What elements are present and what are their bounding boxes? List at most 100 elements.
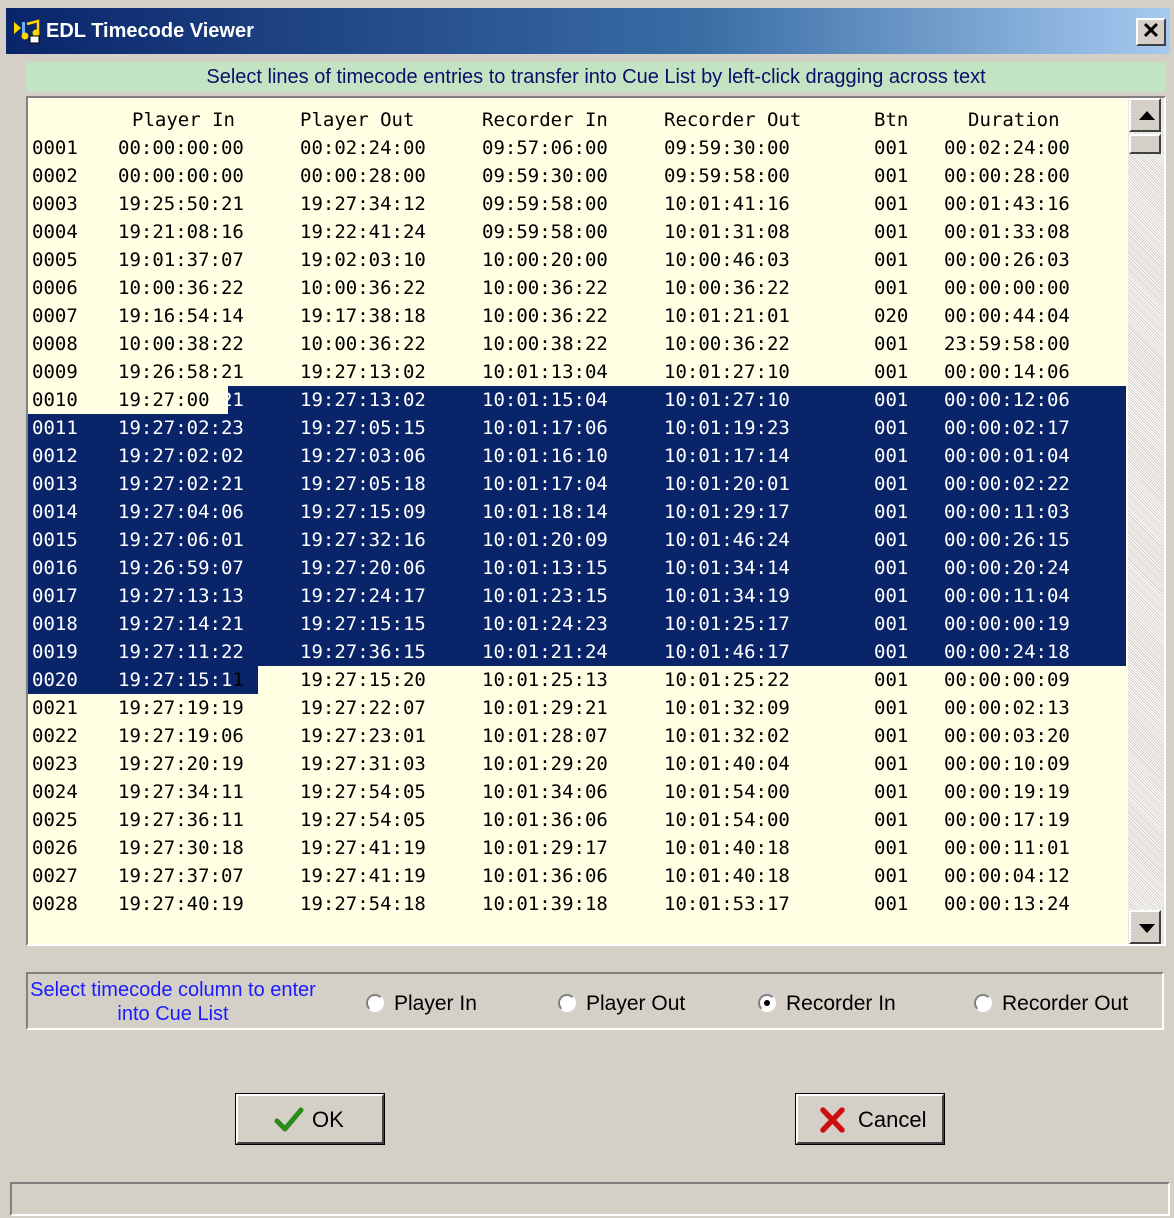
cell-player-out: 19:27:23:01 [300, 725, 426, 747]
cell-player-out: 19:22:41:24 [300, 221, 426, 243]
table-row[interactable]: 0024 19:27:34:11 19:27:54:05 10:01:34:06 10:… [28, 778, 1126, 806]
cell-btn: 001 [874, 221, 909, 243]
cell-player-out: 19:27:54:05 [300, 781, 426, 803]
cell-recorder-out: 10:00:36:22 [664, 277, 790, 299]
cell-duration: 00:00:26:03 [944, 249, 1070, 271]
table-row[interactable]: 0021 19:27:19:19 19:27:22:07 10:01:29:21 10:… [28, 694, 1126, 722]
cell-recorder-in: 09:59:30:00 [482, 165, 608, 187]
close-button[interactable]: ✕ [1136, 18, 1166, 46]
cell-player-in: 19:25:50:21 [118, 193, 244, 215]
table-row[interactable]: 0017 19:27:13:13 19:27:24:17 10:01:23:15 10:… [28, 582, 1126, 610]
ok-label: OK [312, 1107, 344, 1132]
scroll-thumb[interactable] [1129, 134, 1161, 154]
cell-player-out: 00:02:24:00 [300, 137, 426, 159]
cell-index: 0013 [32, 473, 78, 495]
table-row[interactable]: 0009 19:26:58:21 19:27:13:02 10:01:13:04 10:… [28, 358, 1126, 386]
cell-recorder-in: 10:01:36:06 [482, 809, 608, 831]
cell-recorder-in: 10:01:20:09 [482, 529, 608, 551]
table-row[interactable]: 0007 19:16:54:14 19:17:38:18 10:00:36:22 10:… [28, 302, 1126, 330]
cell-recorder-in: 10:01:16:10 [482, 445, 608, 467]
cell-recorder-out: 10:01:20:01 [664, 473, 790, 495]
cell-duration: 00:00:11:04 [944, 585, 1070, 607]
scroll-down-button[interactable] [1129, 910, 1161, 944]
cell-recorder-out: 10:01:40:04 [664, 753, 790, 775]
cell-recorder-in: 10:01:21:24 [482, 641, 608, 663]
table-row[interactable]: 0011 19:27:02:23 19:27:05:15 10:01:17:06 10:… [28, 414, 1126, 442]
cell-index: 0028 [32, 893, 78, 915]
cell-player-in: 19:27:13:13 [118, 585, 244, 607]
cell-player-out: 19:27:03:06 [300, 445, 426, 467]
table-row[interactable]: 0003 19:25:50:21 19:27:34:12 09:59:58:00 10:… [28, 190, 1126, 218]
table-row[interactable]: 0002 00:00:00:00 00:00:28:00 09:59:30:00 09:… [28, 162, 1126, 190]
table-row[interactable]: 0001 00:00:00:00 00:02:24:00 09:57:06:00 09:… [28, 134, 1126, 162]
cell-btn: 001 [874, 837, 909, 859]
cell-index: 0015 [32, 529, 78, 551]
table-row[interactable]: 0027 19:27:37:07 19:27:41:19 10:01:36:06 10:… [28, 862, 1126, 890]
cell-player-in: 19:27:20:19 [118, 753, 244, 775]
edl-viewer-window: EDL Timecode Viewer ✕ Select lines of ti… [0, 0, 1174, 1218]
cell-text-selected: :21 [209, 389, 244, 411]
cell-btn: 001 [874, 809, 909, 831]
cell-duration: 00:00:28:00 [944, 165, 1070, 187]
timecode-listbox[interactable]: Player In Player Out Recorder In Recorder O… [26, 96, 1166, 946]
table-row[interactable]: 0015 19:27:06:01 19:27:32:16 10:01:20:09 10:… [28, 526, 1126, 554]
ok-button[interactable]: OK [235, 1093, 385, 1145]
table-row[interactable]: 0014 19:27:04:06 19:27:15:09 10:01:18:14 10:… [28, 498, 1126, 526]
cell-player-in: 19:27:15:11 [118, 666, 244, 694]
cell-recorder-out: 10:01:31:08 [664, 221, 790, 243]
cell-duration: 00:02:24:00 [944, 137, 1070, 159]
cell-recorder-out: 10:01:27:10 [664, 389, 790, 411]
cell-btn: 001 [874, 473, 909, 495]
title-bar[interactable]: EDL Timecode Viewer ✕ [6, 8, 1170, 54]
table-row[interactable]: 0023 19:27:20:19 19:27:31:03 10:01:29:20 10:… [28, 750, 1126, 778]
scroll-up-button[interactable] [1129, 98, 1161, 132]
column-header-recorder-in: Recorder In [482, 109, 608, 131]
cell-duration: 00:00:10:09 [944, 753, 1070, 775]
cell-recorder-in: 10:01:29:20 [482, 753, 608, 775]
table-row[interactable]: 0026 19:27:30:18 19:27:41:19 10:01:29:17 10:… [28, 834, 1126, 862]
cell-player-out: 19:02:03:10 [300, 249, 426, 271]
cancel-button[interactable]: Cancel [795, 1093, 945, 1145]
cell-recorder-out: 10:01:34:14 [664, 557, 790, 579]
cell-player-out: 00:00:28:00 [300, 165, 426, 187]
cell-index: 0020 [32, 669, 78, 691]
column-header-btn: Btn [874, 109, 909, 131]
cell-recorder-out: 09:59:58:00 [664, 165, 790, 187]
cell-btn: 001 [874, 417, 909, 439]
table-row[interactable]: 0013 19:27:02:21 19:27:05:18 10:01:17:04 10:… [28, 470, 1126, 498]
cell-player-out: 19:27:54:05 [300, 809, 426, 831]
cell-player-out: 19:27:20:06 [300, 557, 426, 579]
table-row[interactable]: 0010 19:27:00:21 19:27:13:02 10:01:15:04 10:… [28, 386, 1126, 414]
vertical-scrollbar[interactable] [1128, 98, 1164, 944]
cell-recorder-out: 10:01:34:19 [664, 585, 790, 607]
cell-player-out: 19:27:32:16 [300, 529, 426, 551]
table-row[interactable]: 0005 19:01:37:07 19:02:03:10 10:00:20:00 10:… [28, 246, 1126, 274]
timecode-rows[interactable]: Player In Player Out Recorder In Recorder O… [28, 98, 1128, 944]
table-row[interactable]: 0016 19:26:59:07 19:27:20:06 10:01:13:15 10:… [28, 554, 1126, 582]
table-row[interactable]: 0012 19:27:02:02 19:27:03:06 10:01:16:10 10:… [28, 442, 1126, 470]
table-row[interactable]: 0022 19:27:19:06 19:27:23:01 10:01:28:07 10:… [28, 722, 1126, 750]
cell-player-out: 19:27:31:03 [300, 753, 426, 775]
cell-recorder-in: 10:01:13:04 [482, 361, 608, 383]
cell-index: 0002 [32, 165, 78, 187]
cell-player-in: 10:00:38:22 [118, 333, 244, 355]
column-header-recorder-out: Recorder Out [664, 109, 802, 131]
table-row[interactable]: 0006 10:00:36:22 10:00:36:22 10:00:36:22 10:… [28, 274, 1126, 302]
table-row[interactable]: 0020 19:27:15:11 19:27:15:20 10:01:25:13 10:… [28, 666, 1126, 694]
table-row[interactable]: 0028 19:27:40:19 19:27:54:18 10:01:39:18 10:… [28, 890, 1126, 918]
table-row[interactable]: 0008 10:00:38:22 10:00:36:22 10:00:38:22 10:… [28, 330, 1126, 358]
table-row[interactable]: 0004 19:21:08:16 19:22:41:24 09:59:58:00 10:… [28, 218, 1126, 246]
table-row[interactable]: 0025 19:27:36:11 19:27:54:05 10:01:36:06 10:… [28, 806, 1126, 834]
table-row[interactable]: 0019 19:27:11:22 19:27:36:15 10:01:21:24 10:… [28, 638, 1126, 666]
cell-text-unselected: 19:27:00 [118, 389, 210, 411]
cell-recorder-out: 10:01:53:17 [664, 893, 790, 915]
cell-recorder-in: 10:01:29:21 [482, 697, 608, 719]
radio-label: Player Out [586, 992, 686, 1015]
cell-duration: 00:00:19:19 [944, 781, 1070, 803]
cell-player-in: 19:27:36:11 [118, 809, 244, 831]
cell-duration: 00:00:17:19 [944, 809, 1070, 831]
cell-player-in: 19:27:04:06 [118, 501, 244, 523]
table-row[interactable]: 0018 19:27:14:21 19:27:15:15 10:01:24:23 10:… [28, 610, 1126, 638]
cell-index: 0009 [32, 361, 78, 383]
radio-selected-dot [764, 1000, 770, 1006]
